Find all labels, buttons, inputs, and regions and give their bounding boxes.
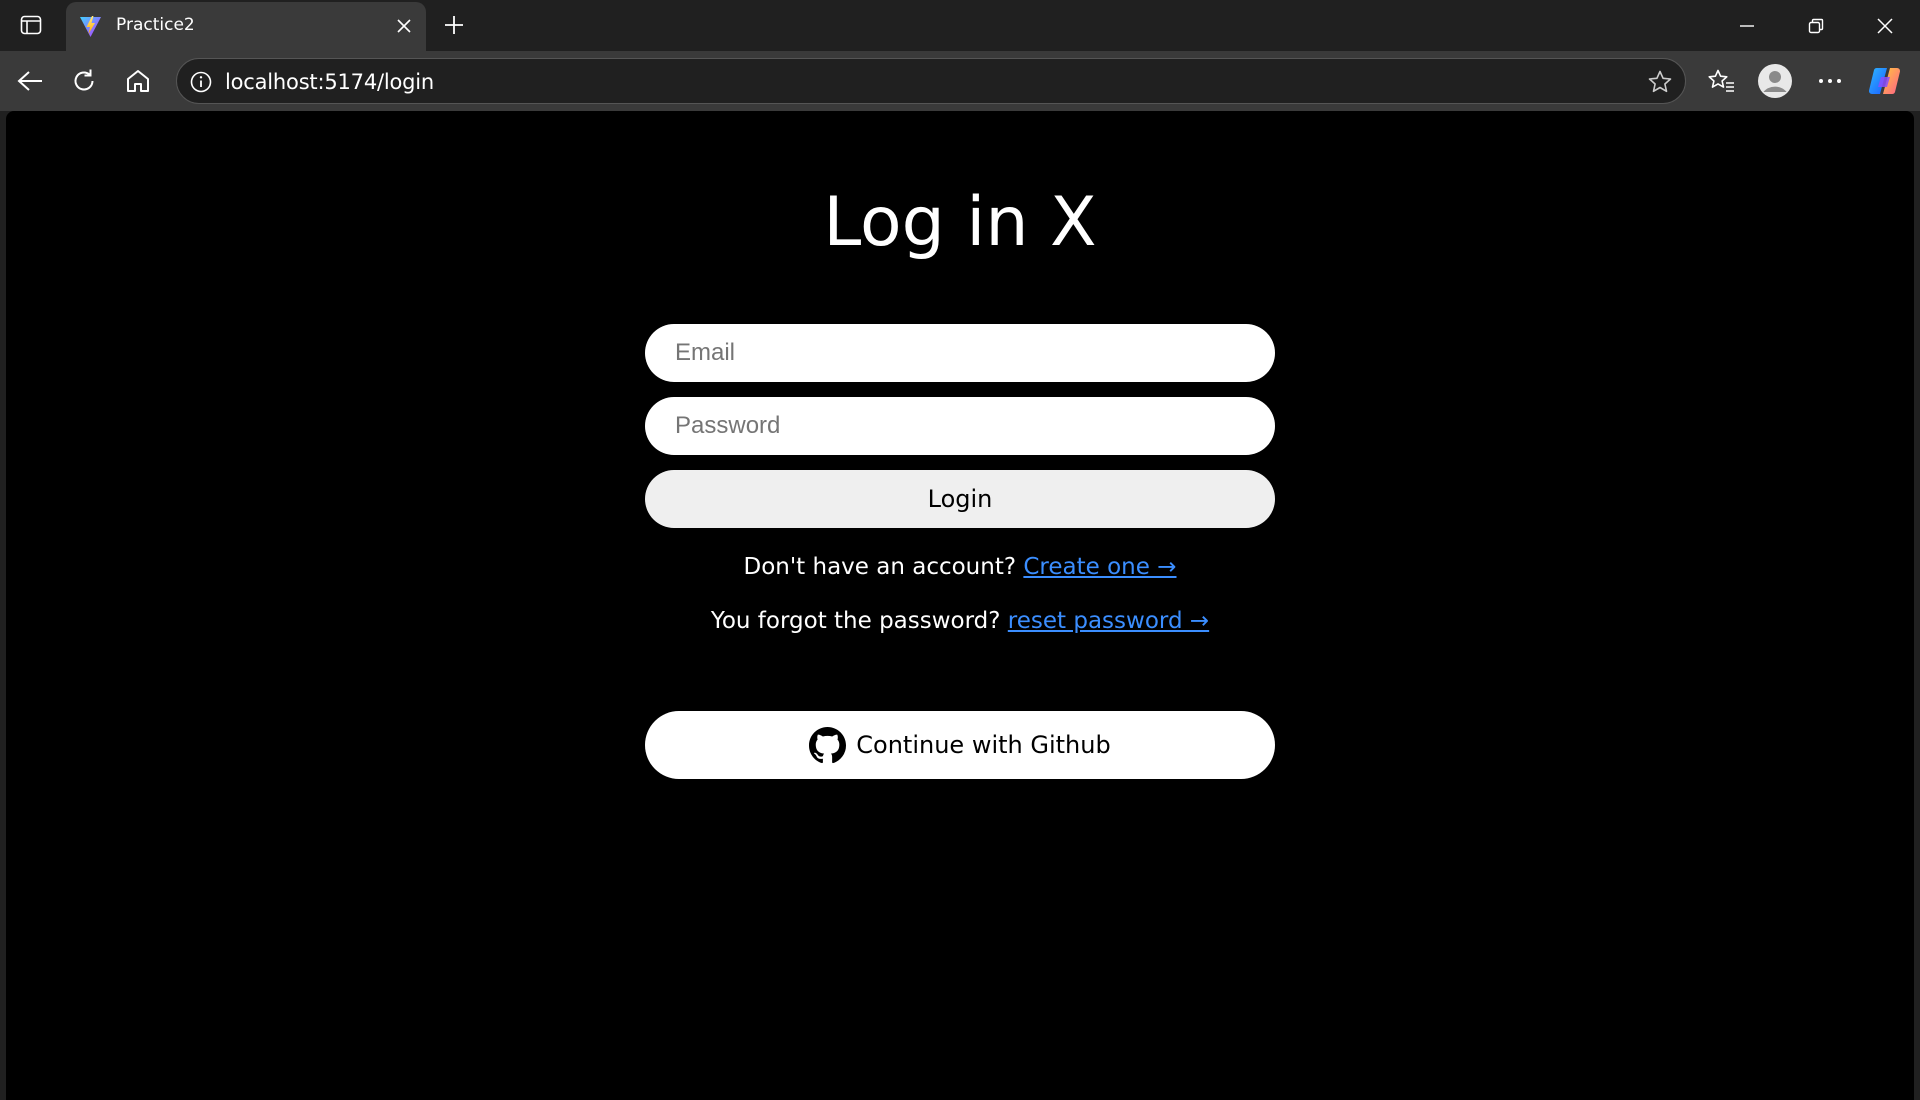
- back-arrow-icon[interactable]: [12, 63, 48, 99]
- github-button-label: Continue with Github: [856, 731, 1111, 759]
- copilot-icon[interactable]: [1867, 63, 1903, 99]
- browser-toolbar: localhost:5174/login: [0, 51, 1920, 111]
- create-account-line: Don't have an account? Create one →: [6, 554, 1914, 580]
- profile-avatar-icon[interactable]: [1757, 63, 1793, 99]
- github-icon: [809, 726, 847, 764]
- github-login-button[interactable]: Continue with Github: [645, 711, 1275, 779]
- url-text: localhost:5174/login: [225, 70, 435, 94]
- reset-password-link[interactable]: reset password →: [1008, 608, 1209, 634]
- minimize-icon[interactable]: [1713, 0, 1781, 51]
- address-bar[interactable]: localhost:5174/login: [176, 58, 1686, 104]
- info-icon[interactable]: [189, 70, 213, 94]
- password-field[interactable]: [645, 397, 1275, 455]
- home-icon[interactable]: [120, 63, 156, 99]
- restore-icon[interactable]: [1782, 0, 1850, 51]
- close-icon[interactable]: [392, 14, 416, 38]
- page-title: Log in X: [823, 183, 1097, 262]
- favorites-icon[interactable]: [1703, 63, 1739, 99]
- create-account-link[interactable]: Create one →: [1023, 554, 1176, 580]
- plus-icon[interactable]: [438, 9, 470, 41]
- browser-tab[interactable]: Practice2: [66, 2, 426, 51]
- close-window-icon[interactable]: [1851, 0, 1919, 51]
- forgot-password-line: You forgot the password? reset password …: [6, 608, 1914, 634]
- vite-logo-icon: [78, 14, 103, 39]
- refresh-icon[interactable]: [66, 63, 102, 99]
- create-account-prompt: Don't have an account?: [743, 554, 1017, 580]
- star-icon[interactable]: [1647, 69, 1673, 95]
- tab-actions-icon[interactable]: [14, 10, 48, 40]
- tab-title: Practice2: [116, 15, 195, 35]
- email-field[interactable]: [645, 324, 1275, 382]
- tab-strip: Practice2: [0, 0, 1920, 51]
- forgot-password-prompt: You forgot the password?: [710, 608, 1001, 634]
- login-button[interactable]: Login: [645, 470, 1275, 528]
- more-icon[interactable]: [1812, 63, 1848, 99]
- page-content: Log in X Login Don't have an account? Cr…: [6, 111, 1914, 1100]
